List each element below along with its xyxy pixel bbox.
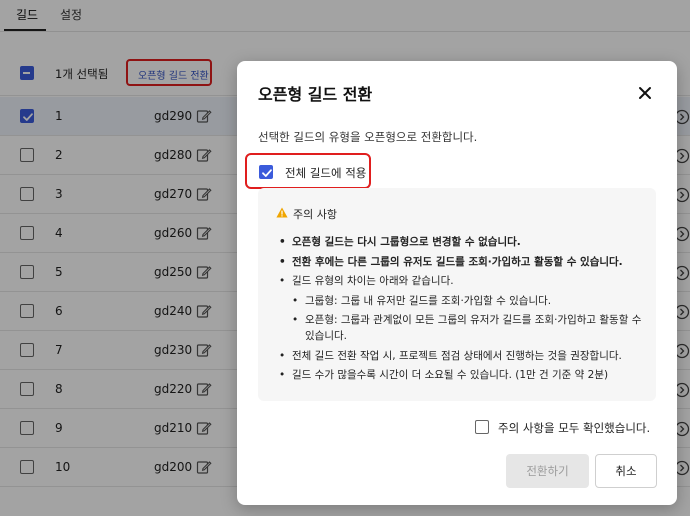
dialog-description: 선택한 길드의 유형을 오픈형으로 전환합니다. [258, 130, 478, 144]
notice-subitem: 그룹형: 그룹 내 유저만 길드를 조회·가입할 수 있습니다. [289, 293, 646, 309]
notice-box: 주의 사항 오픈형 길드는 다시 그룹형으로 변경할 수 없습니다. 전환 후에… [258, 188, 656, 401]
notice-item: 오픈형 길드는 다시 그룹형으로 변경할 수 없습니다. [276, 234, 646, 250]
convert-guild-dialog: 오픈형 길드 전환 선택한 길드의 유형을 오픈형으로 전환합니다. 전체 길드… [237, 61, 677, 505]
close-icon [639, 87, 651, 99]
notice-item: 전환 후에는 다른 그룹의 유저도 길드를 조회·가입하고 활동할 수 있습니다… [276, 254, 646, 270]
confirm-notice-label: 주의 사항을 모두 확인했습니다. [498, 421, 651, 435]
notice-title: 주의 사항 [293, 208, 337, 221]
notice-item: 길드 수가 많을수록 시간이 더 소요될 수 있습니다. (1만 건 기준 약 … [276, 367, 646, 383]
notice-subitem: 오픈형: 그룹과 관계없이 모든 그룹의 유저가 길드를 조회·가입하고 활동할… [289, 312, 646, 344]
dialog-title: 오픈형 길드 전환 [258, 85, 373, 104]
apply-all-label: 전체 길드에 적용 [285, 166, 367, 180]
apply-all-option[interactable]: 전체 길드에 적용 [245, 153, 371, 189]
convert-button[interactable]: 전환하기 [506, 454, 589, 488]
cancel-button[interactable]: 취소 [595, 454, 657, 488]
close-button[interactable] [635, 83, 655, 103]
checkmark-icon [262, 169, 272, 177]
notice-item: 전체 길드 전환 작업 시, 프로젝트 점검 상태에서 진행하는 것을 권장합니… [276, 348, 646, 364]
notice-list: 오픈형 길드는 다시 그룹형으로 변경할 수 없습니다. 전환 후에는 다른 그… [276, 234, 646, 387]
confirm-notice-checkbox[interactable] [475, 420, 489, 434]
warning-icon [276, 207, 288, 218]
apply-all-checkbox[interactable] [259, 165, 273, 179]
notice-item: 길드 유형의 차이는 아래와 같습니다. [276, 273, 646, 289]
